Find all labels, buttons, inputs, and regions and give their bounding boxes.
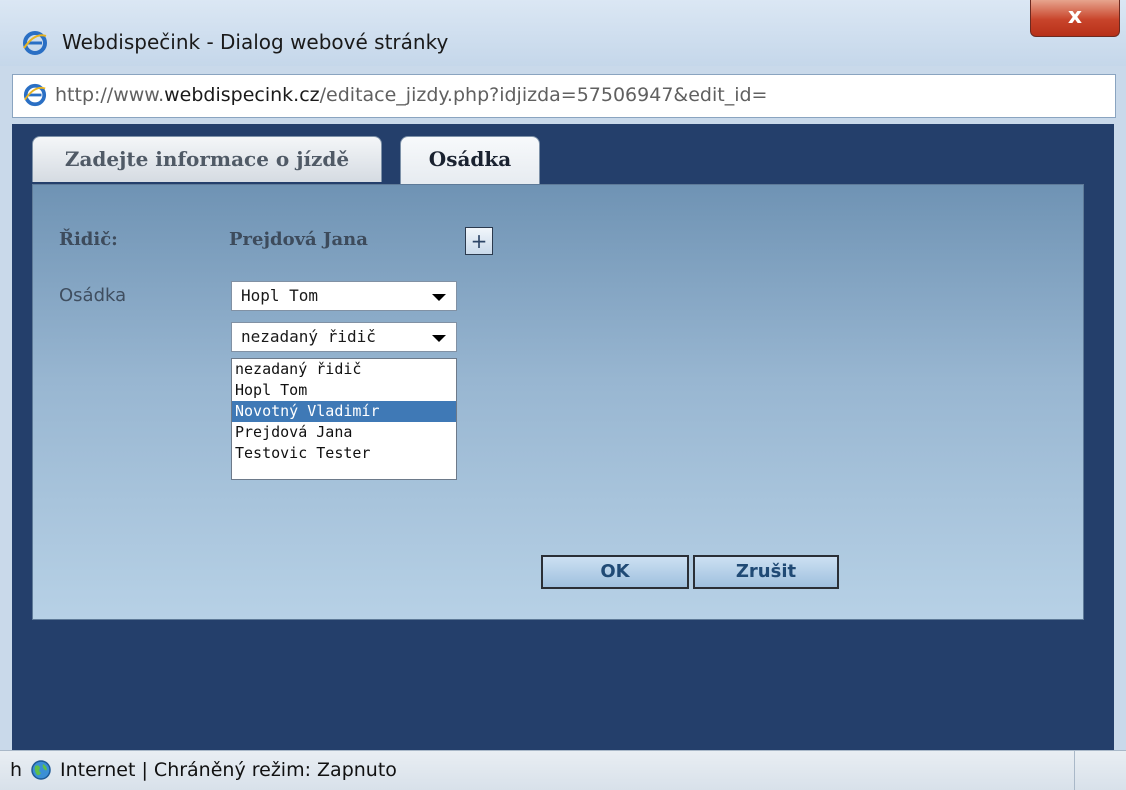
title-bar: Webdispečink - Dialog webové stránky x (0, 0, 1126, 66)
add-crew-button[interactable]: + (465, 227, 493, 255)
url-text: http://www.webdispecink.cz/editace_jizdy… (55, 84, 767, 106)
crew-select-2-value: nezadaný řidič (241, 327, 376, 346)
tab-trip-info[interactable]: Zadejte informace o jízdě (32, 136, 382, 182)
status-divider (1074, 751, 1075, 790)
driver-value: Prejdová Jana (229, 229, 368, 250)
ok-button[interactable]: OK (541, 555, 689, 589)
tab-crew[interactable]: Osádka (400, 136, 540, 186)
address-bar[interactable]: http://www.webdispecink.cz/editace_jizdy… (12, 74, 1116, 118)
close-button[interactable]: x (1030, 0, 1120, 37)
window-title: Webdispečink - Dialog webové stránky (62, 30, 449, 54)
dropdown-option-highlighted[interactable]: Novotný Vladimír (232, 401, 456, 422)
crew-select-1[interactable]: Hopl Tom (231, 281, 457, 311)
url-prefix: http://www. (55, 84, 165, 106)
chevron-down-icon (432, 335, 446, 342)
crew-label: Osádka (59, 285, 127, 306)
dropdown-option[interactable]: nezadaný řidič (232, 359, 456, 380)
crew-dropdown-list: nezadaný řidič Hopl Tom Novotný Vladimír… (231, 358, 457, 480)
url-domain: webdispecink.cz (164, 84, 320, 106)
dialog-window: Webdispečink - Dialog webové stránky x h… (0, 0, 1126, 790)
ie-icon (23, 31, 47, 55)
dropdown-option[interactable]: Testovic Tester (232, 443, 456, 464)
close-icon: x (1067, 4, 1083, 29)
status-bar: h Internet | Chráněný režim: Zapnuto (0, 750, 1126, 790)
url-path: /editace_jizdy.php?idjizda=57506947&edit… (319, 84, 768, 106)
driver-label: Řidič: (59, 229, 118, 250)
crew-panel: Řidič: Prejdová Jana + Osádka Hopl Tom n… (32, 184, 1084, 620)
globe-icon (31, 760, 51, 780)
dropdown-option[interactable]: Hopl Tom (232, 380, 456, 401)
crew-select-2[interactable]: nezadaný řidič (231, 322, 457, 352)
cancel-button[interactable]: Zrušit (693, 555, 839, 589)
plus-icon: + (470, 229, 488, 253)
dropdown-option[interactable]: Prejdová Jana (232, 422, 456, 443)
page-ie-icon (23, 83, 47, 107)
status-prefix: h (10, 759, 23, 781)
chevron-down-icon (432, 294, 446, 301)
status-text: Internet | Chráněný režim: Zapnuto (60, 759, 397, 781)
page-content: Zadejte informace o jízdě Osádka Řidič: … (12, 124, 1114, 750)
crew-select-1-value: Hopl Tom (241, 286, 319, 305)
